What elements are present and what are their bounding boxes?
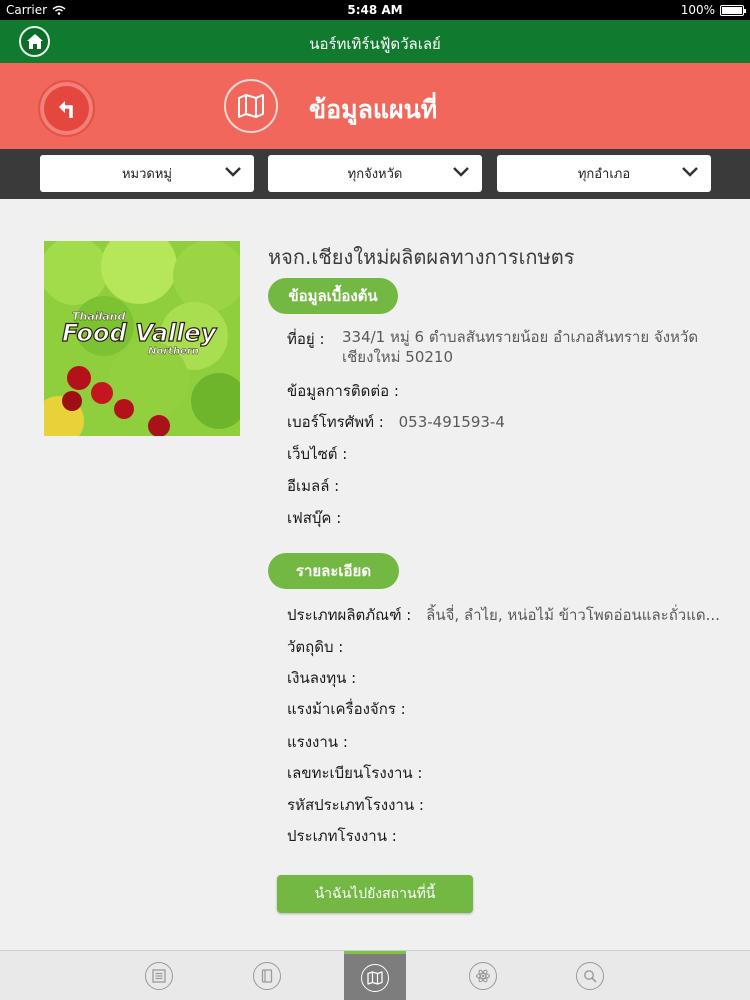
facebook-label: เฟสบุ๊ค : [287, 509, 342, 527]
factory-reg-label: เลขทะเบียนโรงงาน : [287, 764, 423, 782]
basic-info-section: ข้อมูลเบื้องต้น [268, 278, 398, 314]
detail-panel: Thailand Food Valley Northern หจก.เชียงใ… [0, 199, 750, 950]
phone-row: เบอร์โทรศัพท์ : 053-491593-4 [287, 410, 505, 434]
atom-icon [469, 962, 497, 990]
back-button[interactable] [38, 80, 95, 137]
product-type-row: ประเภทผลิตภัณฑ์ : ลิ้นจี่, ลำไย, หน่อไม้… [287, 603, 720, 627]
tab-book[interactable] [236, 951, 298, 1000]
factory-code-label: รหัสประเภทโรงงาน : [287, 796, 424, 814]
page-title: ข้อมูลแผนที่ [309, 95, 438, 124]
labor-label: แรงงาน : [287, 733, 348, 751]
product-type-label: ประเภทผลิตภัณฑ์ : [287, 606, 412, 624]
company-logo-image: Thailand Food Valley Northern [44, 241, 240, 436]
tab-news[interactable] [128, 951, 190, 1000]
filter-bar: หมวดหมู่ ทุกจังหวัด ทุกอำเภอ [0, 149, 750, 199]
map-icon [361, 963, 389, 992]
book-icon [253, 962, 281, 990]
company-name: หจก.เชียงใหม่ผลิตผลทางการเกษตร [268, 245, 575, 269]
logo-line3: Northern [148, 346, 199, 357]
category-dropdown[interactable]: หมวดหมู่ [40, 155, 254, 192]
chevron-down-icon [225, 167, 241, 177]
chevron-down-icon [453, 167, 469, 177]
phone-value[interactable]: 053-491593-4 [399, 413, 505, 431]
chevron-down-icon [682, 167, 698, 177]
tab-search[interactable] [559, 951, 621, 1000]
bottom-tab-bar [0, 950, 750, 1000]
raw-material-label: วัตถุดิบ : [287, 638, 344, 656]
horsepower-label: แรงม้าเครื่องจักร : [287, 700, 406, 718]
logo-line2: Food Valley [62, 319, 218, 347]
news-icon [145, 962, 173, 990]
factory-type-label: ประเภทโรงงาน : [287, 827, 397, 845]
tab-map[interactable] [344, 951, 406, 1000]
tab-atom[interactable] [452, 951, 514, 1000]
app-title: นอร์ทเทิร์นฟู้ดวัลเลย์ [309, 35, 441, 53]
battery-percent: 100% [680, 3, 715, 17]
email-label: อีเมลล์ : [287, 477, 340, 495]
battery-icon [720, 4, 746, 16]
app-top-bar: นอร์ทเทิร์นฟู้ดวัลเลย์ [0, 20, 750, 63]
back-arrow-icon [58, 100, 73, 118]
province-dropdown[interactable]: ทุกจังหวัด [268, 155, 482, 192]
category-dropdown-label: หมวดหมู่ [121, 167, 173, 182]
address-label: ที่อยู่ : [287, 330, 325, 348]
details-section: รายละเอียด [268, 553, 399, 589]
status-time: 5:48 AM [347, 3, 403, 17]
status-right: 100% [680, 3, 746, 17]
page-header: ข้อมูลแผนที่ [0, 63, 750, 149]
map-icon [238, 94, 264, 118]
navigate-button[interactable]: นำฉันไปยังสถานที่นี้ [277, 875, 473, 913]
map-badge [224, 79, 278, 133]
province-dropdown-label: ทุกจังหวัด [347, 167, 403, 182]
address-value: 334/1 หมู่ 6 ตำบลสันทรายน้อย อำเภอสันทรา… [342, 328, 699, 366]
search-icon [576, 962, 604, 990]
district-dropdown[interactable]: ทุกอำเภอ [497, 155, 711, 192]
phone-label: เบอร์โทรศัพท์ : [287, 413, 384, 431]
status-bar: Carrier 5:48 AM 100% [0, 0, 750, 20]
district-dropdown-label: ทุกอำเภอ [577, 167, 631, 182]
contact-label: ข้อมูลการติดต่อ : [287, 382, 399, 400]
website-label: เว็บไซต์ : [287, 445, 348, 463]
product-type-value: ลิ้นจี่, ลำไย, หน่อไม้ ข้าวโพดอ่อนและถั่… [426, 606, 720, 624]
investment-label: เงินลงทุน : [287, 669, 357, 687]
